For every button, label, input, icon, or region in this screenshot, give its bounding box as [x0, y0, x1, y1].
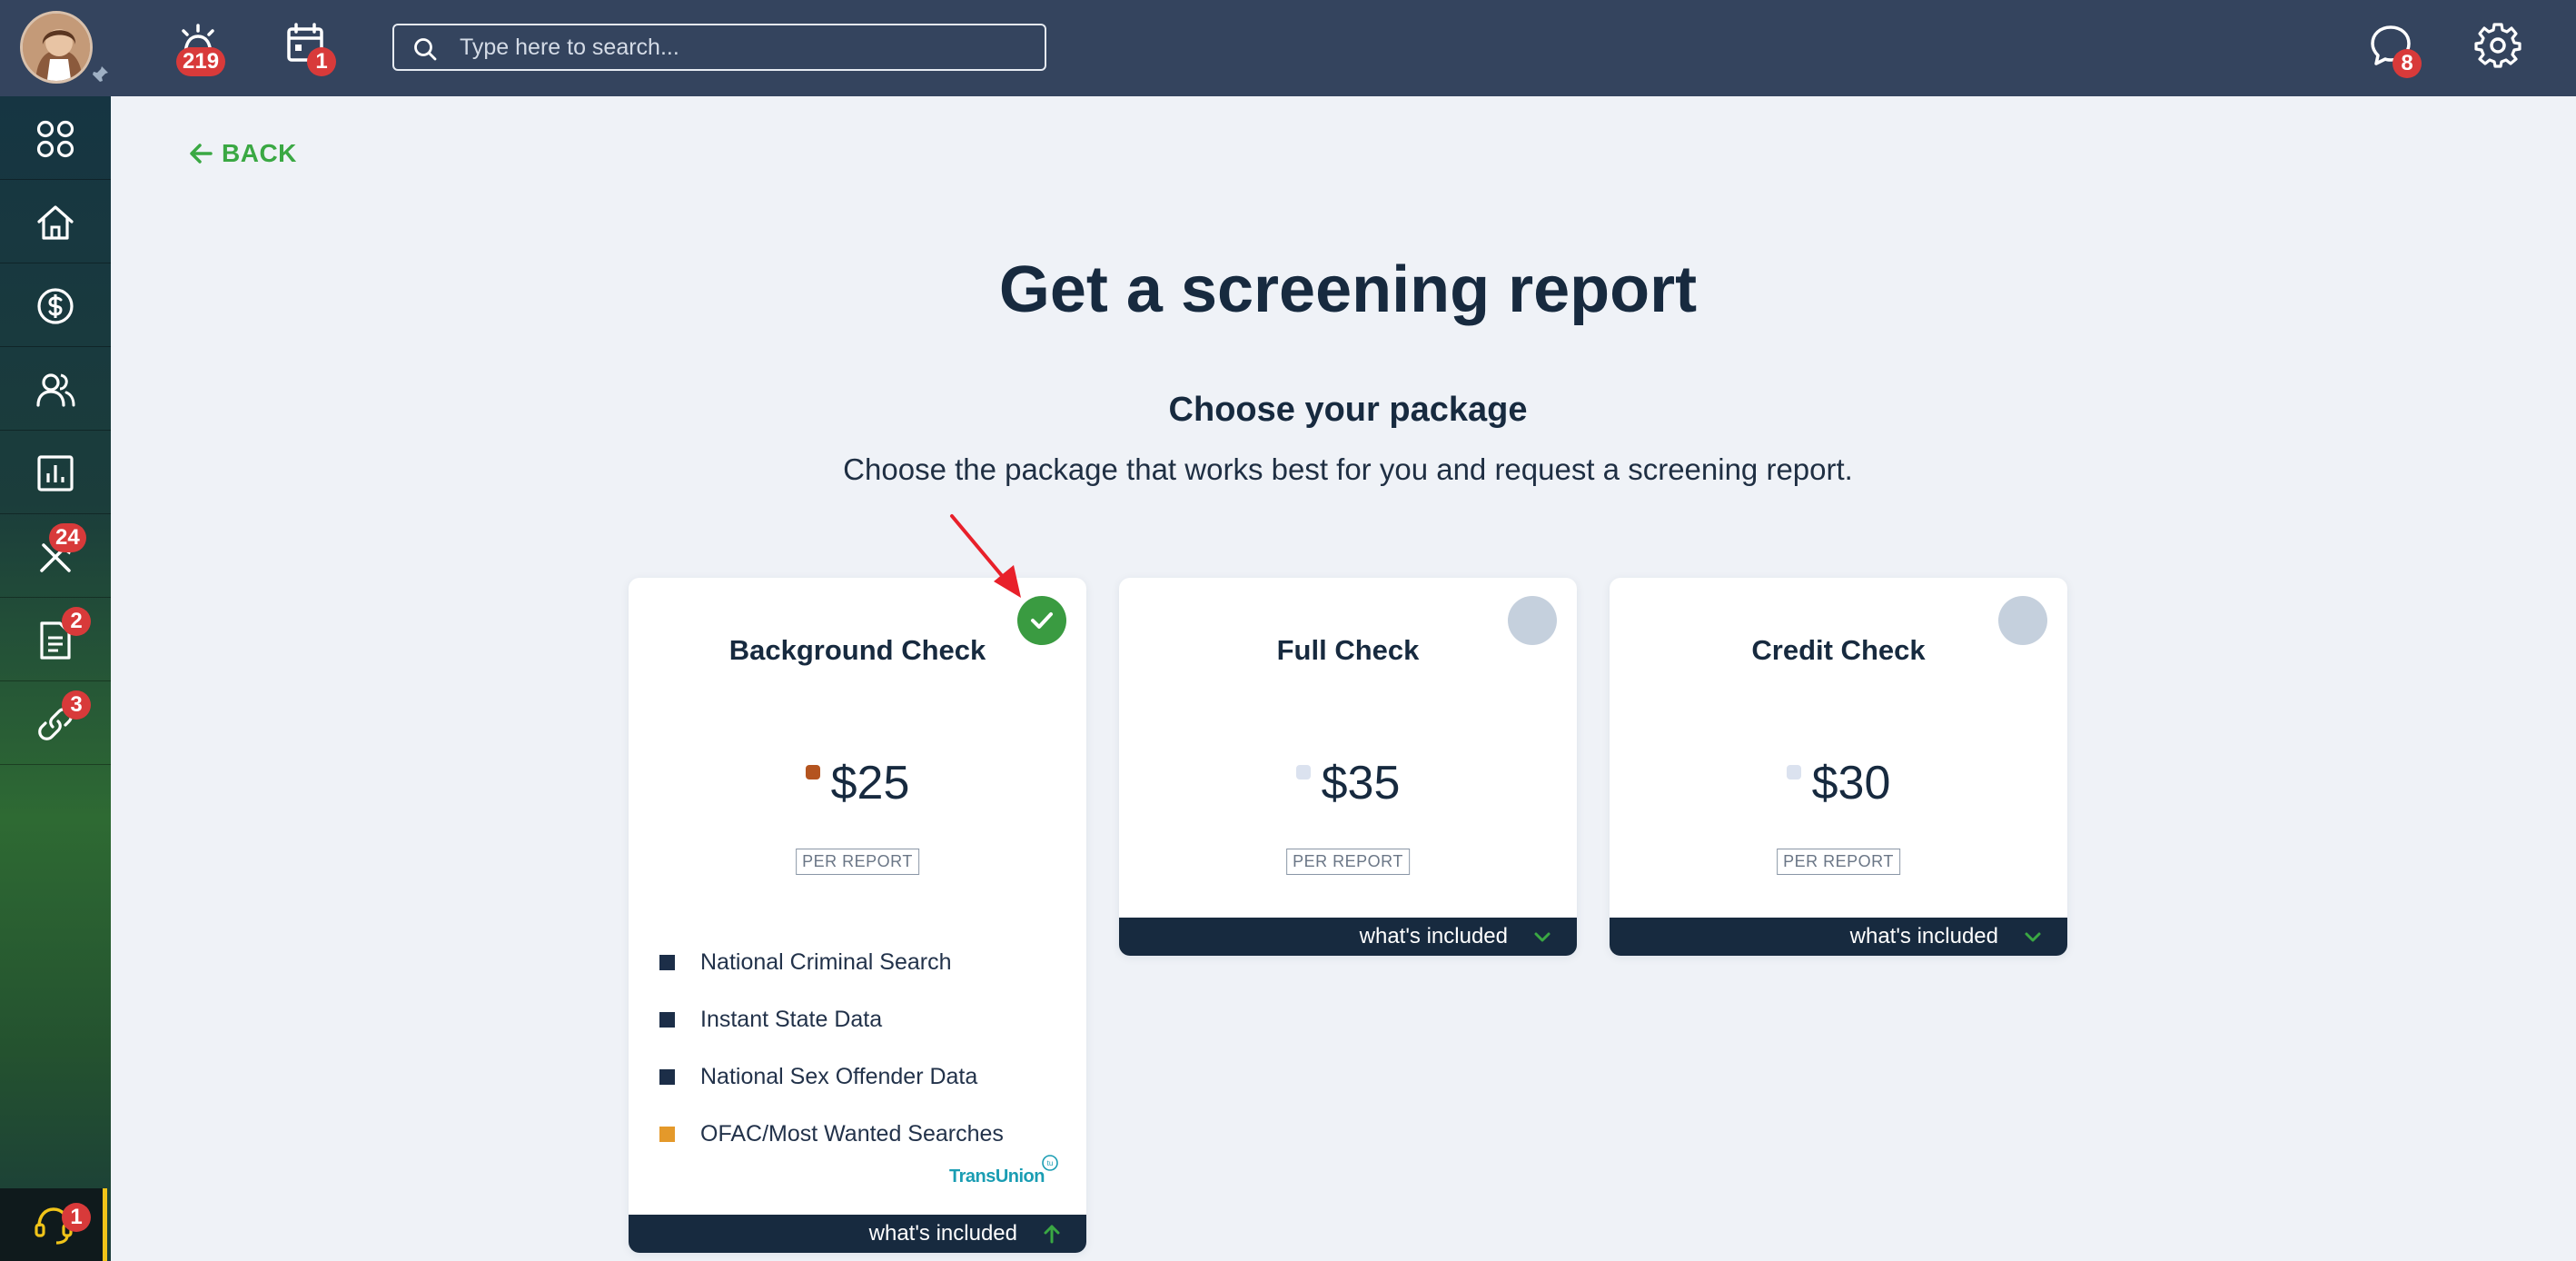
top-bar: 219 1 8: [0, 0, 2576, 96]
package-name: Full Check: [1276, 634, 1420, 666]
list-item: National Sex Offender Data: [659, 1048, 1004, 1106]
calendar-badge: 1: [307, 47, 336, 76]
maintenance-badge: 24: [49, 523, 86, 552]
section-subtitle: Choose your package: [1168, 391, 1528, 429]
avatar-image: [23, 14, 90, 81]
arrow-left-icon: [190, 144, 213, 164]
bullet-square-icon: [659, 1127, 675, 1142]
package-name: Credit Check: [1751, 634, 1926, 666]
settings-button[interactable]: [2472, 20, 2523, 71]
price-unit: PER REPORT: [796, 849, 919, 875]
gear-icon: [2474, 23, 2522, 68]
package-price: $25: [830, 757, 910, 809]
price-row: $25: [629, 756, 1086, 810]
search-icon: [414, 38, 437, 61]
apps-grid-icon: [36, 120, 74, 158]
whats-included-label: what's included: [1359, 924, 1508, 948]
package-card-background-check[interactable]: Background Check $25 PER REPORT National…: [629, 578, 1086, 1253]
package-name: Background Check: [728, 634, 986, 666]
back-button[interactable]: BACK: [187, 136, 297, 171]
search-input[interactable]: [460, 31, 1023, 64]
whats-included-label: what's included: [868, 1221, 1017, 1246]
sidebar-item-documents[interactable]: 2: [0, 598, 111, 681]
page-title: Get a screening report: [998, 253, 1698, 326]
svg-text:tu: tu: [1047, 1159, 1054, 1167]
alerts-button[interactable]: 219: [173, 20, 226, 76]
price-unit: PER REPORT: [1286, 849, 1410, 875]
documents-badge: 2: [62, 607, 91, 636]
checkmark-icon: [1031, 612, 1053, 629]
back-label: BACK: [222, 139, 297, 167]
bullet-square-icon: [659, 1012, 675, 1028]
sidebar-item-maintenance[interactable]: 24: [0, 514, 111, 598]
messages-badge: 8: [2393, 49, 2422, 78]
feature-list: National Criminal Search Instant State D…: [659, 934, 1004, 1163]
calendar-button[interactable]: 1: [282, 20, 336, 76]
whats-included-toggle[interactable]: what's included: [1119, 918, 1577, 956]
whats-included-label: what's included: [1849, 924, 1998, 948]
package-card-full-check[interactable]: Full Check $35 PER REPORT what's include…: [1119, 578, 1577, 956]
sidebar-item-links[interactable]: 3: [0, 681, 111, 765]
price-marker: [1295, 765, 1311, 779]
messages-button[interactable]: 8: [2365, 20, 2422, 78]
price-row: $30: [1610, 756, 2067, 810]
avatar[interactable]: [20, 11, 93, 84]
package-price: $30: [1811, 757, 1891, 809]
search-box[interactable]: [392, 24, 1046, 71]
chevron-down-icon: [2025, 932, 2041, 942]
list-item: Instant State Data: [659, 991, 1004, 1048]
alerts-badge: 219: [176, 47, 226, 76]
chevron-down-icon: [1534, 932, 1551, 942]
package-card-credit-check[interactable]: Credit Check $30 PER REPORT what's inclu…: [1610, 578, 2067, 956]
help-button[interactable]: 1: [0, 1188, 107, 1261]
arrow-up-icon: [1044, 1225, 1060, 1244]
package-price: $35: [1321, 757, 1401, 809]
help-badge: 1: [62, 1203, 91, 1232]
price-unit: PER REPORT: [1777, 849, 1900, 875]
section-description: Choose the package that works best for y…: [843, 452, 1853, 486]
bullet-square-icon: [659, 955, 675, 970]
pin-icon[interactable]: [89, 64, 111, 85]
whats-included-toggle[interactable]: what's included: [1610, 918, 2067, 956]
whats-included-toggle[interactable]: what's included: [629, 1215, 1086, 1253]
provider-logo: TransUnion: [948, 1167, 1045, 1187]
home-icon: [37, 205, 74, 240]
bullet-square-icon: [659, 1069, 675, 1085]
price-marker: [805, 765, 820, 779]
list-item: National Criminal Search: [659, 934, 1004, 991]
links-badge: 3: [62, 690, 91, 720]
sidebar-item-apps[interactable]: [0, 96, 111, 180]
price-row: $35: [1119, 756, 1577, 810]
price-marker: [1786, 765, 1801, 779]
sidebar-item-home[interactable]: [0, 180, 111, 263]
list-item: OFAC/Most Wanted Searches: [659, 1106, 1004, 1163]
